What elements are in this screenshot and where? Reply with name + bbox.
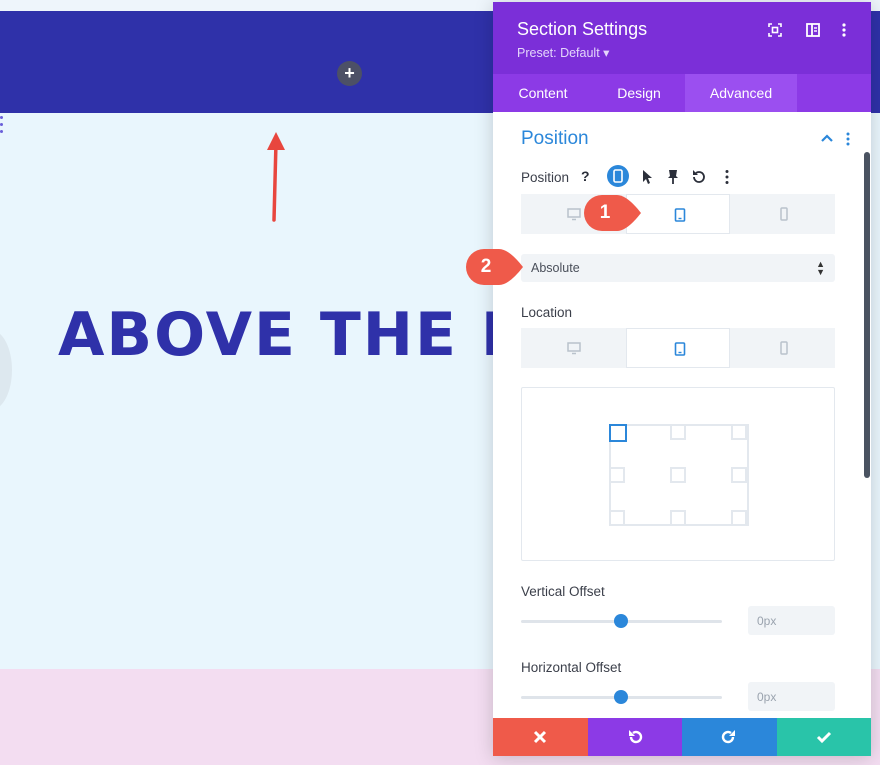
redo-icon	[721, 730, 735, 744]
location-center[interactable]	[670, 467, 686, 483]
location-bottom-right[interactable]	[731, 510, 747, 526]
hero-title: ABOVE THE F	[58, 300, 498, 370]
chevron-up-icon[interactable]	[820, 133, 834, 143]
red-arrow-annotation	[267, 132, 285, 222]
expand-icon[interactable]	[767, 22, 783, 38]
callout-2: 2	[465, 248, 523, 286]
vertical-offset-value: 0px	[757, 614, 777, 628]
close-icon	[533, 730, 547, 744]
location-bottom-left[interactable]	[609, 510, 625, 526]
responsive-toggle-icon[interactable]	[607, 165, 629, 187]
position-section-title[interactable]: Position	[521, 128, 589, 150]
horizontal-offset-input[interactable]: 0px	[748, 682, 835, 711]
location-phone-tab[interactable]	[731, 328, 835, 368]
position-select[interactable]: Absolute ▲ ▼	[521, 254, 835, 282]
add-row-button[interactable]: +	[337, 61, 362, 86]
desktop-icon	[567, 342, 581, 355]
save-button[interactable]	[776, 718, 871, 756]
vertical-offset-input[interactable]: 0px	[748, 606, 835, 635]
tab-content[interactable]: Content	[493, 74, 593, 112]
more-options-icon[interactable]	[836, 22, 852, 38]
undo-icon	[628, 730, 642, 744]
modal-title: Section Settings	[517, 19, 648, 39]
vertical-offset-label: Vertical Offset	[521, 584, 605, 599]
tab-design[interactable]: Design	[593, 74, 685, 112]
tablet-icon	[674, 208, 686, 222]
location-middle-left[interactable]	[609, 467, 625, 483]
callout-2-number: 2	[480, 256, 492, 277]
section-more-icon[interactable]	[845, 132, 851, 146]
location-picker	[521, 387, 835, 561]
preset-dropdown[interactable]: Preset: Default ▾	[517, 45, 609, 60]
location-grid	[609, 424, 749, 526]
redo-button[interactable]	[682, 718, 777, 756]
phone-icon	[780, 207, 788, 221]
location-bottom-center[interactable]	[670, 510, 686, 526]
location-device-tabs	[521, 328, 835, 368]
desktop-icon	[567, 208, 581, 221]
horizontal-offset-label: Horizontal Offset	[521, 660, 622, 675]
help-icon[interactable]: ?	[581, 168, 599, 186]
callout-1: 1	[583, 194, 641, 232]
position-select-value: Absolute	[531, 261, 580, 275]
modal-tabs: Content Design Advanced	[493, 74, 871, 112]
field-more-icon[interactable]	[718, 168, 736, 186]
horizontal-offset-thumb[interactable]	[614, 690, 628, 704]
location-desktop-tab[interactable]	[521, 328, 625, 368]
split-view-icon[interactable]	[805, 22, 821, 38]
tab-advanced[interactable]: Advanced	[685, 74, 797, 112]
modal-footer	[493, 718, 871, 756]
section-settings-modal: Section Settings Preset: Default ▾ Conte…	[493, 2, 871, 756]
location-middle-right[interactable]	[731, 467, 747, 483]
modal-header: Section Settings Preset: Default ▾	[493, 2, 871, 74]
location-top-right[interactable]	[731, 424, 747, 440]
cancel-button[interactable]	[493, 718, 588, 756]
position-label: Position	[521, 170, 570, 185]
undo-button[interactable]	[587, 718, 682, 756]
callout-1-number: 1	[599, 202, 611, 223]
phone-icon	[780, 341, 788, 355]
position-device-tabs	[521, 194, 835, 234]
reset-icon[interactable]	[690, 168, 708, 186]
location-tablet-tab[interactable]	[626, 328, 730, 368]
drag-handle-icon[interactable]	[0, 116, 4, 140]
pin-sticky-icon[interactable]	[664, 168, 682, 186]
cursor-hover-icon[interactable]	[638, 168, 656, 186]
vertical-offset-thumb[interactable]	[614, 614, 628, 628]
scrollbar[interactable]	[864, 152, 870, 478]
modal-body: Position Position ? Absolute ▲ ▼ Locatio…	[493, 112, 871, 718]
horizontal-offset-value: 0px	[757, 690, 777, 704]
select-caret-icon: ▲ ▼	[816, 259, 825, 277]
location-top-center[interactable]	[670, 424, 686, 440]
location-label: Location	[521, 305, 573, 320]
phone-tab[interactable]	[731, 194, 835, 234]
location-top-left[interactable]	[609, 424, 627, 442]
checkmark-icon	[816, 731, 831, 744]
tablet-icon	[674, 342, 686, 356]
